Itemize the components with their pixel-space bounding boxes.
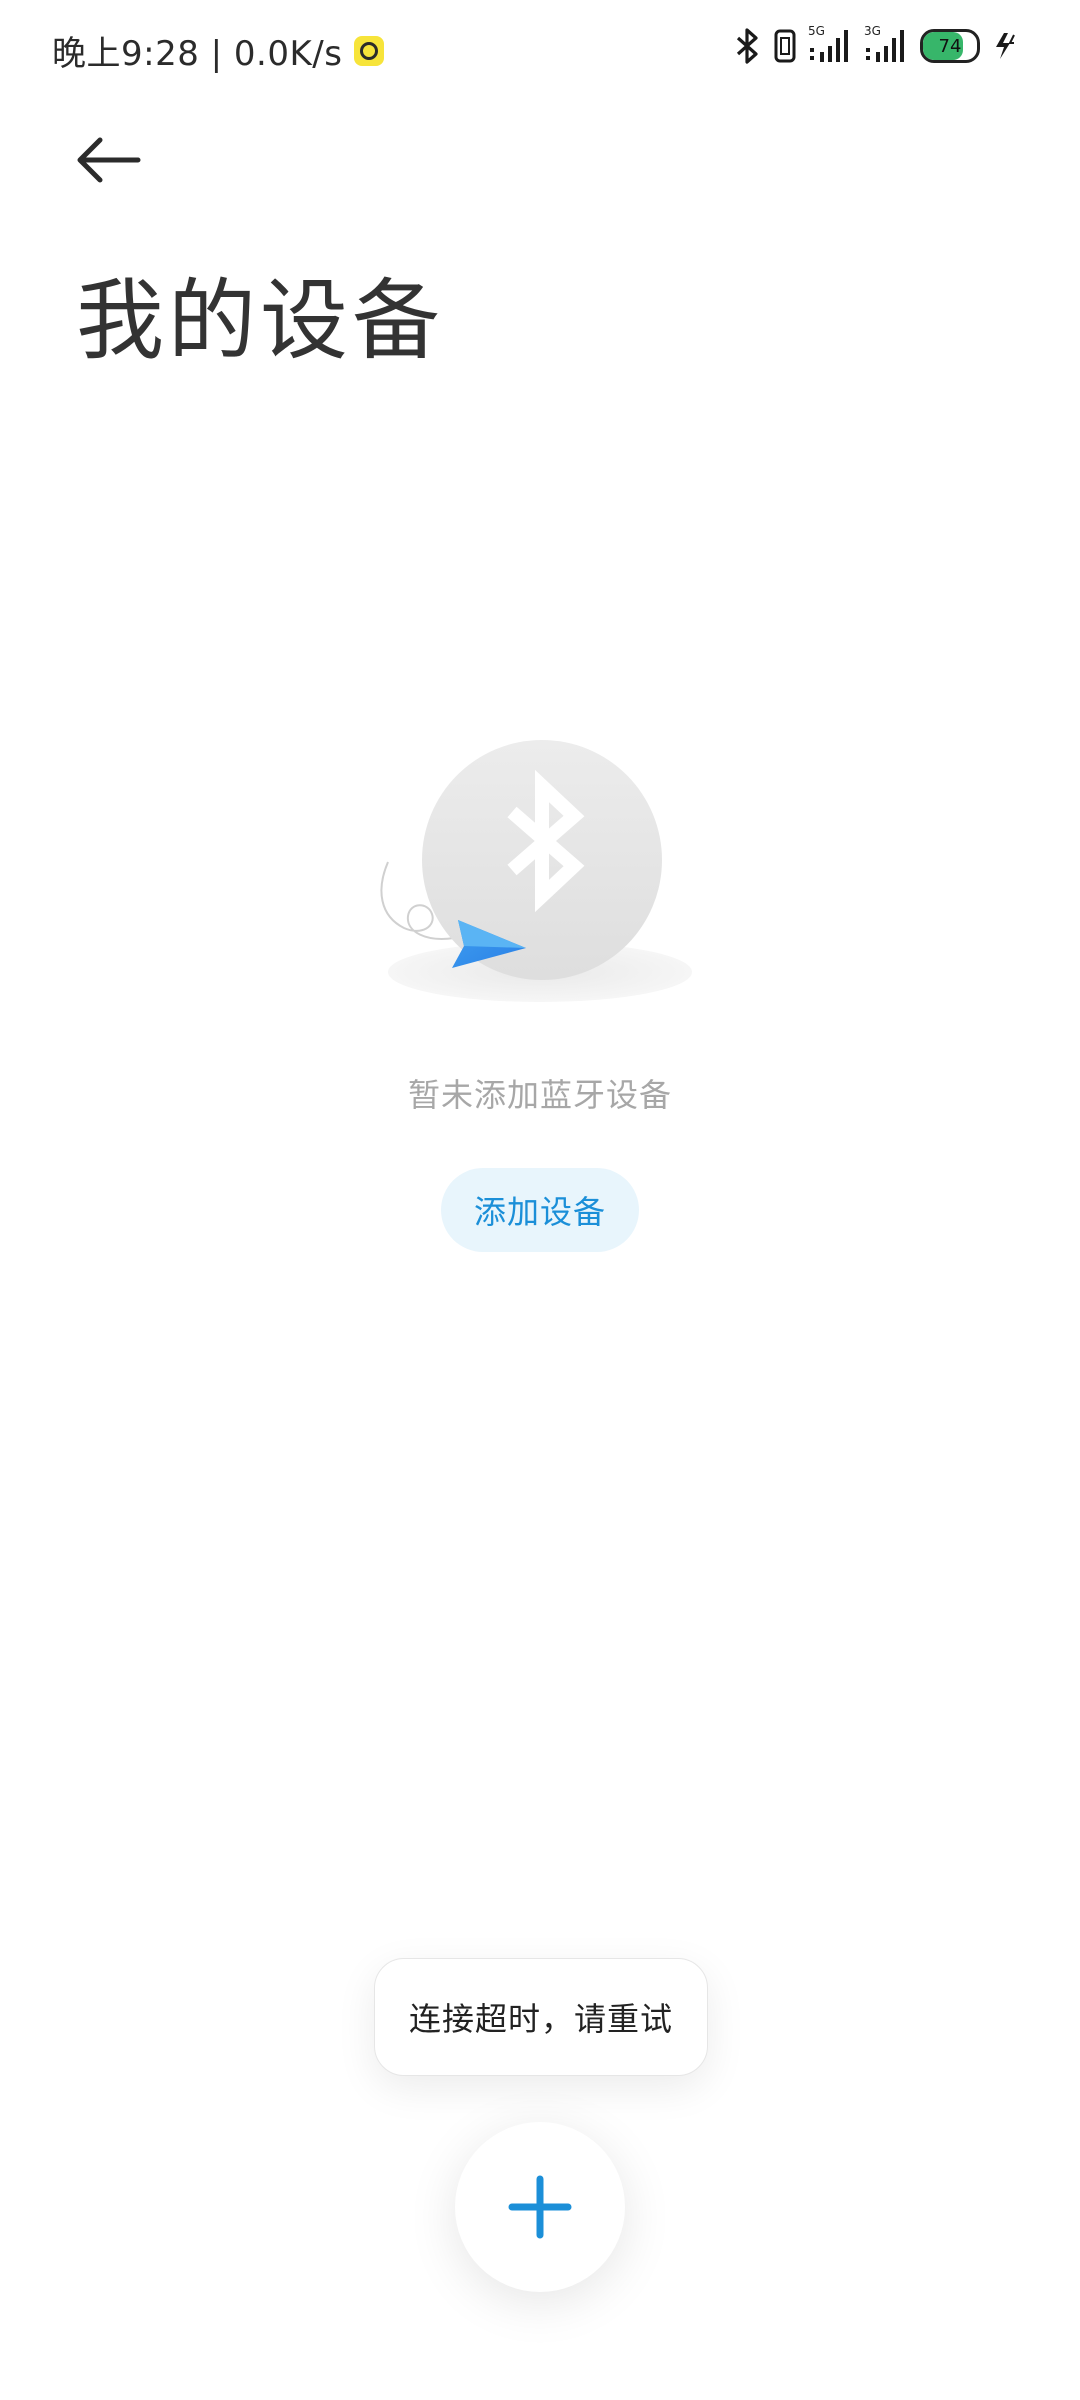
toast-message: 连接超时，请重试 [374,1958,708,2076]
add-device-button[interactable]: 添加设备 [441,1168,639,1252]
empty-state-message: 暂未添加蓝牙设备 [407,1076,672,1114]
time-and-speed: 晚上9:28 | 0.0K/s [52,34,343,74]
network-type-2: 3G [864,24,881,38]
battery-icon: 74 [920,29,980,63]
empty-state-illustration [370,720,710,1020]
bluetooth-devices-screen: 晚上9:28 | 0.0K/s 5G 3G 74 我的设备 暂未添加蓝牙设备 添… [0,0,1080,2400]
status-left: 晚上9:28 | 0.0K/s [52,26,385,75]
add-fab-button[interactable] [455,2122,625,2292]
battery-level: 74 [938,35,962,57]
signal-3g-icon: 3G [864,24,908,64]
network-type-1: 5G [808,24,825,38]
page-title: 我的设备 [76,269,445,372]
back-button[interactable] [72,128,144,192]
bluetooth-status-icon [736,28,758,64]
signal-5g-icon: 5G [808,24,852,64]
arrow-left-icon [77,137,141,183]
nfc-icon [774,29,796,63]
notification-app-icon [354,35,385,66]
status-right: 5G 3G 74 [734,24,1020,64]
charging-icon [996,33,1015,59]
plus-icon [508,2175,572,2239]
status-bar: 晚上9:28 | 0.0K/s 5G 3G 74 [0,0,1080,96]
